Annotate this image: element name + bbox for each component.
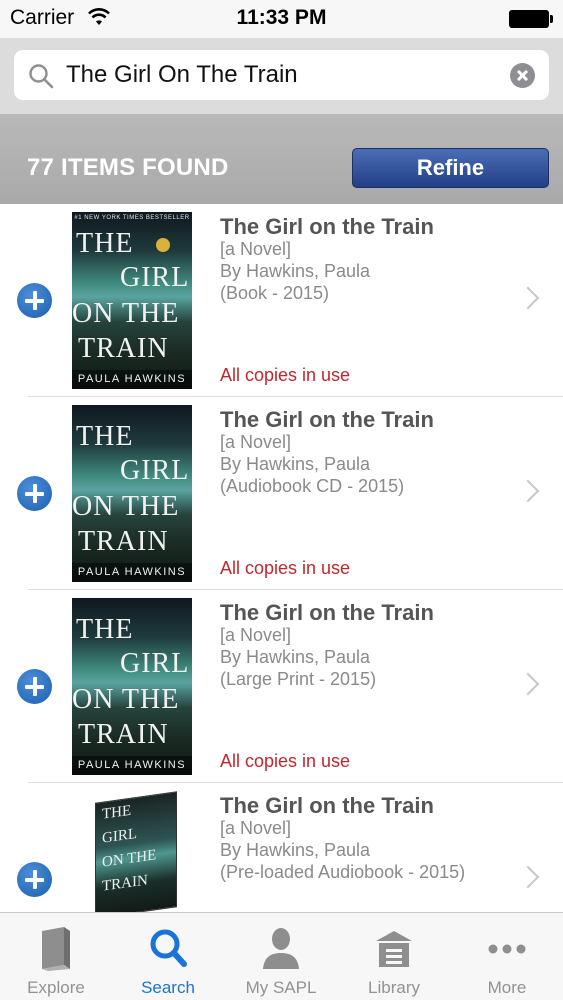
result-title: The Girl on the Train <box>220 600 434 625</box>
chevron-right-icon <box>516 286 540 310</box>
clear-search-icon[interactable] <box>510 63 535 88</box>
availability-status: All copies in use <box>220 558 351 578</box>
tab-bar: Explore Search My SAPL Library More <box>0 912 563 1000</box>
add-icon[interactable] <box>17 476 52 511</box>
search-bar-area <box>0 38 563 114</box>
list-item[interactable]: THE GIRL ON THE TRAIN PAULA HAWKINS The … <box>0 397 563 590</box>
list-item[interactable]: THE GIRL ON THE TRAIN PAULA HAWKINS The … <box>0 590 563 783</box>
list-item[interactable]: THE GIRL ON THE TRAIN The Girl on the Tr… <box>0 783 563 912</box>
refine-button[interactable]: Refine <box>352 148 549 188</box>
results-header: 77 ITEMS FOUND Refine <box>0 114 563 204</box>
tab-explore[interactable]: Explore <box>0 913 112 1000</box>
result-subtitle: [a Novel] <box>220 625 292 645</box>
results-count: 77 ITEMS FOUND <box>27 154 229 181</box>
tab-library[interactable]: Library <box>338 913 450 1000</box>
book-cover: THE GIRL ON THE TRAIN PAULA HAWKINS <box>72 405 192 582</box>
battery-icon <box>509 10 553 28</box>
result-title: The Girl on the Train <box>220 793 434 818</box>
result-author: By Hawkins, Paula <box>220 840 371 860</box>
chevron-right-icon <box>516 479 540 503</box>
book-cover: THE GIRL ON THE TRAIN PAULA HAWKINS <box>72 598 192 775</box>
add-icon[interactable] <box>17 283 52 318</box>
result-format: (Pre-loaded Audiobook - 2015) <box>220 862 466 882</box>
more-dots-icon <box>487 925 527 971</box>
search-input[interactable] <box>66 50 496 100</box>
book-cover: #1 NEW YORK TIMES BESTSELLER THE GIRL ON… <box>72 212 192 389</box>
audiobook-player-image: THE GIRL ON THE TRAIN <box>70 791 194 912</box>
result-subtitle: [a Novel] <box>220 432 292 452</box>
add-icon[interactable] <box>17 862 52 897</box>
search-icon <box>28 63 54 94</box>
status-time: 11:33 PM <box>236 6 327 29</box>
result-author: By Hawkins, Paula <box>220 261 371 281</box>
availability-status: All copies in use <box>220 365 351 385</box>
result-subtitle: [a Novel] <box>220 239 292 259</box>
status-bar: Carrier 11:33 PM <box>0 0 563 38</box>
tab-search[interactable]: Search <box>112 913 224 1000</box>
result-subtitle: [a Novel] <box>220 818 292 838</box>
result-format: (Large Print - 2015) <box>220 669 377 689</box>
result-author: By Hawkins, Paula <box>220 647 371 667</box>
chevron-right-icon <box>516 672 540 696</box>
chevron-right-icon <box>516 865 540 889</box>
tab-more[interactable]: More <box>451 913 563 1000</box>
result-title: The Girl on the Train <box>220 214 434 239</box>
tab-my-sapl[interactable]: My SAPL <box>225 913 337 1000</box>
book-icon <box>36 925 76 971</box>
availability-status: All copies in use <box>220 751 351 771</box>
search-icon <box>148 925 188 971</box>
search-box[interactable] <box>14 50 549 100</box>
result-format: (Book - 2015) <box>220 283 330 303</box>
result-author: By Hawkins, Paula <box>220 454 371 474</box>
add-icon[interactable] <box>17 669 52 704</box>
result-format: (Audiobook CD - 2015) <box>220 476 405 496</box>
library-building-icon <box>374 925 414 971</box>
result-title: The Girl on the Train <box>220 407 434 432</box>
results-list: #1 NEW YORK TIMES BESTSELLER THE GIRL ON… <box>0 204 563 912</box>
list-item[interactable]: #1 NEW YORK TIMES BESTSELLER THE GIRL ON… <box>0 204 563 397</box>
person-icon <box>261 925 301 971</box>
